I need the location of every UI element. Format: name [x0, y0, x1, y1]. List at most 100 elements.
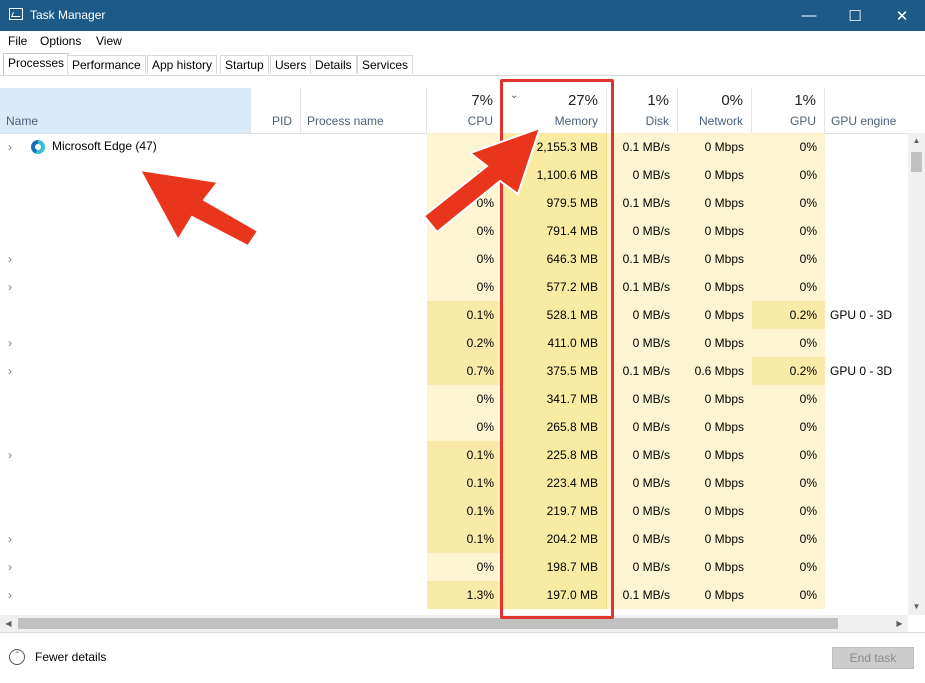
network-cell: 0 Mbps: [678, 385, 752, 413]
chevron-up-circle-icon[interactable]: ˆ: [9, 649, 25, 665]
expand-chevron-icon[interactable]: ›: [8, 273, 12, 301]
disk-cell: 0.1 MB/s: [607, 189, 678, 217]
expand-chevron-icon[interactable]: ›: [8, 581, 12, 609]
cpu-cell: 0.2%: [427, 329, 502, 357]
expand-chevron-icon[interactable]: ›: [8, 441, 12, 469]
table-row[interactable]: 0% 1,100.6 MB 0 MB/s 0 Mbps 0%: [0, 161, 908, 189]
table-row[interactable]: 0.1% 219.7 MB 0 MB/s 0 Mbps 0%: [0, 497, 908, 525]
header-cpu-pct: 7%: [471, 92, 493, 109]
gpu-engine-cell: GPU 0 - 3D: [830, 364, 893, 378]
network-cell: 0 Mbps: [678, 413, 752, 441]
network-cell: 0 Mbps: [678, 553, 752, 581]
disk-cell: 0.1 MB/s: [607, 273, 678, 301]
network-cell: 0 Mbps: [678, 133, 752, 161]
table-row[interactable]: 0% 341.7 MB 0 MB/s 0 Mbps 0%: [0, 385, 908, 413]
disk-cell: 0 MB/s: [607, 301, 678, 329]
table-row[interactable]: 0% 791.4 MB 0 MB/s 0 Mbps 0%: [0, 217, 908, 245]
tab-users[interactable]: Users: [270, 55, 312, 74]
header-gpu[interactable]: 1% GPU: [752, 88, 825, 133]
horizontal-scroll-thumb[interactable]: [18, 618, 838, 629]
tab-performance[interactable]: Performance: [67, 55, 146, 74]
gpu-cell: 0.2%: [752, 301, 825, 329]
table-row[interactable]: › 0.1% 204.2 MB 0 MB/s 0 Mbps 0%: [0, 525, 908, 553]
gpu-cell: 0%: [752, 581, 825, 609]
tab-strip: Processes Performance App history Startu…: [0, 52, 925, 76]
gpu-cell: 0%: [752, 413, 825, 441]
tab-details[interactable]: Details: [310, 55, 357, 74]
gpu-cell: 0%: [752, 245, 825, 273]
table-row[interactable]: › 0.2% 411.0 MB 0 MB/s 0 Mbps 0%: [0, 329, 908, 357]
tab-startup[interactable]: Startup: [220, 55, 269, 74]
table-row[interactable]: › 0% 577.2 MB 0.1 MB/s 0 Mbps 0%: [0, 273, 908, 301]
header-disk-label: Disk: [645, 114, 669, 128]
table-row[interactable]: › 1.3% 197.0 MB 0.1 MB/s 0 Mbps 0%: [0, 581, 908, 609]
table-row[interactable]: › 0% 646.3 MB 0.1 MB/s 0 Mbps 0%: [0, 245, 908, 273]
network-cell: 0 Mbps: [678, 329, 752, 357]
table-row[interactable]: › Microsoft Edge (47) 2,155.3 MB 0.1 MB/s 0 …: [0, 133, 908, 161]
tab-app-history[interactable]: App history: [147, 55, 218, 74]
header-gpu-engine[interactable]: GPU engine: [825, 88, 908, 133]
close-button[interactable]: ✕: [879, 0, 925, 31]
expand-chevron-icon[interactable]: ›: [8, 133, 12, 161]
header-network-label: Network: [698, 114, 743, 128]
tab-services[interactable]: Services: [357, 55, 414, 74]
fewer-details-button[interactable]: Fewer details: [35, 650, 106, 664]
disk-cell: 0 MB/s: [607, 553, 678, 581]
menu-view[interactable]: View: [96, 34, 122, 48]
expand-chevron-icon[interactable]: ›: [8, 525, 12, 553]
table-row[interactable]: 0% 979.5 MB 0.1 MB/s 0 Mbps 0%: [0, 189, 908, 217]
scroll-down-icon[interactable]: ▼: [908, 599, 925, 615]
header-name[interactable]: Name: [0, 88, 251, 133]
header-gpu-pct: 1%: [794, 92, 816, 109]
vertical-scroll-thumb[interactable]: [911, 152, 922, 172]
header-name-label: Name: [6, 114, 39, 128]
network-cell: 0 Mbps: [678, 469, 752, 497]
network-cell: 0 Mbps: [678, 189, 752, 217]
network-cell: 0 Mbps: [678, 161, 752, 189]
gpu-cell: 0%: [752, 189, 825, 217]
header-disk-pct: 1%: [647, 92, 669, 109]
table-row[interactable]: 0% 265.8 MB 0 MB/s 0 Mbps 0%: [0, 413, 908, 441]
disk-cell: 0.1 MB/s: [607, 133, 678, 161]
maximize-button[interactable]: ☐: [832, 0, 878, 31]
table-row[interactable]: › 0% 198.7 MB 0 MB/s 0 Mbps 0%: [0, 553, 908, 581]
tab-processes[interactable]: Processes: [3, 53, 70, 75]
header-network[interactable]: 0% Network: [678, 88, 752, 133]
cpu-cell: 0.1%: [427, 525, 502, 553]
expand-chevron-icon[interactable]: ›: [8, 357, 12, 385]
menu-file[interactable]: File: [8, 34, 27, 48]
network-cell: 0 Mbps: [678, 245, 752, 273]
expand-chevron-icon[interactable]: ›: [8, 329, 12, 357]
table-row[interactable]: › 0.7% 375.5 MB 0.1 MB/s 0.6 Mbps 0.2% GPU 0 -…: [0, 357, 908, 385]
horizontal-scrollbar[interactable]: ◀ ▶: [0, 615, 908, 632]
scroll-right-icon[interactable]: ▶: [891, 615, 908, 632]
header-gpu-engine-label: GPU engine: [831, 114, 897, 128]
gpu-engine-cell: GPU 0 - 3D: [830, 308, 893, 322]
expand-chevron-icon[interactable]: ›: [8, 553, 12, 581]
header-pid[interactable]: PID: [251, 88, 301, 133]
gpu-cell: 0%: [752, 273, 825, 301]
table-row[interactable]: 0.1% 528.1 MB 0 MB/s 0 Mbps 0.2% GPU 0 - 3D: [0, 301, 908, 329]
vertical-scrollbar[interactable]: ▲ ▼: [908, 133, 925, 615]
table-row[interactable]: › 0.1% 225.8 MB 0 MB/s 0 Mbps 0%: [0, 441, 908, 469]
network-cell: 0 Mbps: [678, 525, 752, 553]
header-process-name[interactable]: Process name: [301, 88, 427, 133]
disk-cell: 0 MB/s: [607, 385, 678, 413]
header-cpu[interactable]: 7% CPU: [427, 88, 502, 133]
scroll-up-icon[interactable]: ▲: [908, 133, 925, 149]
menu-options[interactable]: Options: [40, 34, 81, 48]
minimize-button[interactable]: —: [786, 0, 832, 31]
table-row[interactable]: 0.1% 223.4 MB 0 MB/s 0 Mbps 0%: [0, 469, 908, 497]
cpu-cell: 0.1%: [427, 441, 502, 469]
disk-cell: 0 MB/s: [607, 217, 678, 245]
end-task-button[interactable]: End task: [832, 647, 914, 669]
task-manager-icon: [9, 8, 23, 20]
header-network-pct: 0%: [721, 92, 743, 109]
disk-cell: 0 MB/s: [607, 469, 678, 497]
header-disk[interactable]: 1% Disk: [607, 88, 678, 133]
scroll-left-icon[interactable]: ◀: [0, 615, 17, 632]
network-cell: 0 Mbps: [678, 441, 752, 469]
expand-chevron-icon[interactable]: ›: [8, 245, 12, 273]
gpu-cell: 0%: [752, 217, 825, 245]
network-cell: 0 Mbps: [678, 273, 752, 301]
